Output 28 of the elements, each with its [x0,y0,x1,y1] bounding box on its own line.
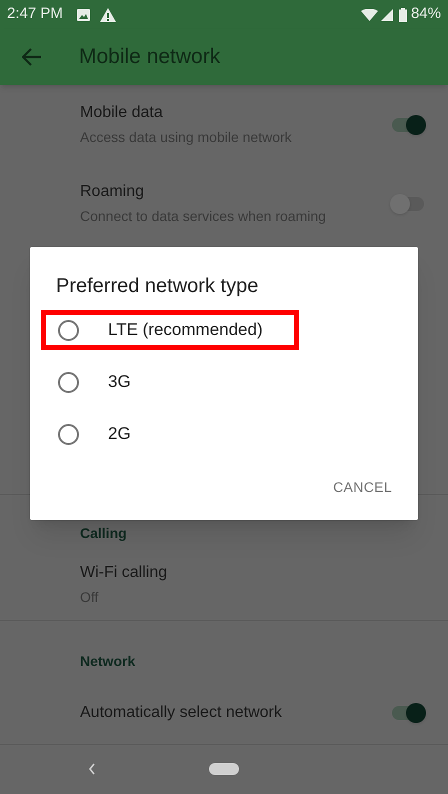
radio-option[interactable]: 2G [30,408,418,460]
image-icon [76,8,90,21]
setting-title: Automatically select network [80,702,283,723]
radio-button[interactable] [58,320,79,340]
toggle-switch[interactable] [390,114,426,135]
section-header: Calling [79,524,128,543]
back-arrow-icon[interactable] [22,48,42,66]
radio-option[interactable]: 3G [30,356,418,408]
battery-icon [398,8,407,22]
home-button[interactable] [209,763,239,776]
toggle-switch[interactable] [390,702,426,723]
cancel-button[interactable]: CANCEL [321,469,404,506]
radio-button[interactable] [58,372,79,392]
status-time: 2:47 PM [7,4,63,24]
screen-title: Mobile network [79,44,220,70]
dialog-title: Preferred network type [56,274,258,299]
setting-title: Mobile data [80,103,164,124]
toggle-switch[interactable] [390,194,426,214]
warning-icon [100,8,116,22]
radio-button[interactable] [58,424,79,444]
setting-title: Wi-Fi calling [80,563,168,584]
wifi-icon [360,8,378,21]
setting-title: Roaming [80,182,146,202]
signal-icon [380,8,393,21]
back-icon[interactable] [88,763,96,776]
battery-percent: 84% [410,4,441,24]
radio-option[interactable]: LTE (recommended) [30,304,418,356]
section-header: Network [79,652,136,671]
